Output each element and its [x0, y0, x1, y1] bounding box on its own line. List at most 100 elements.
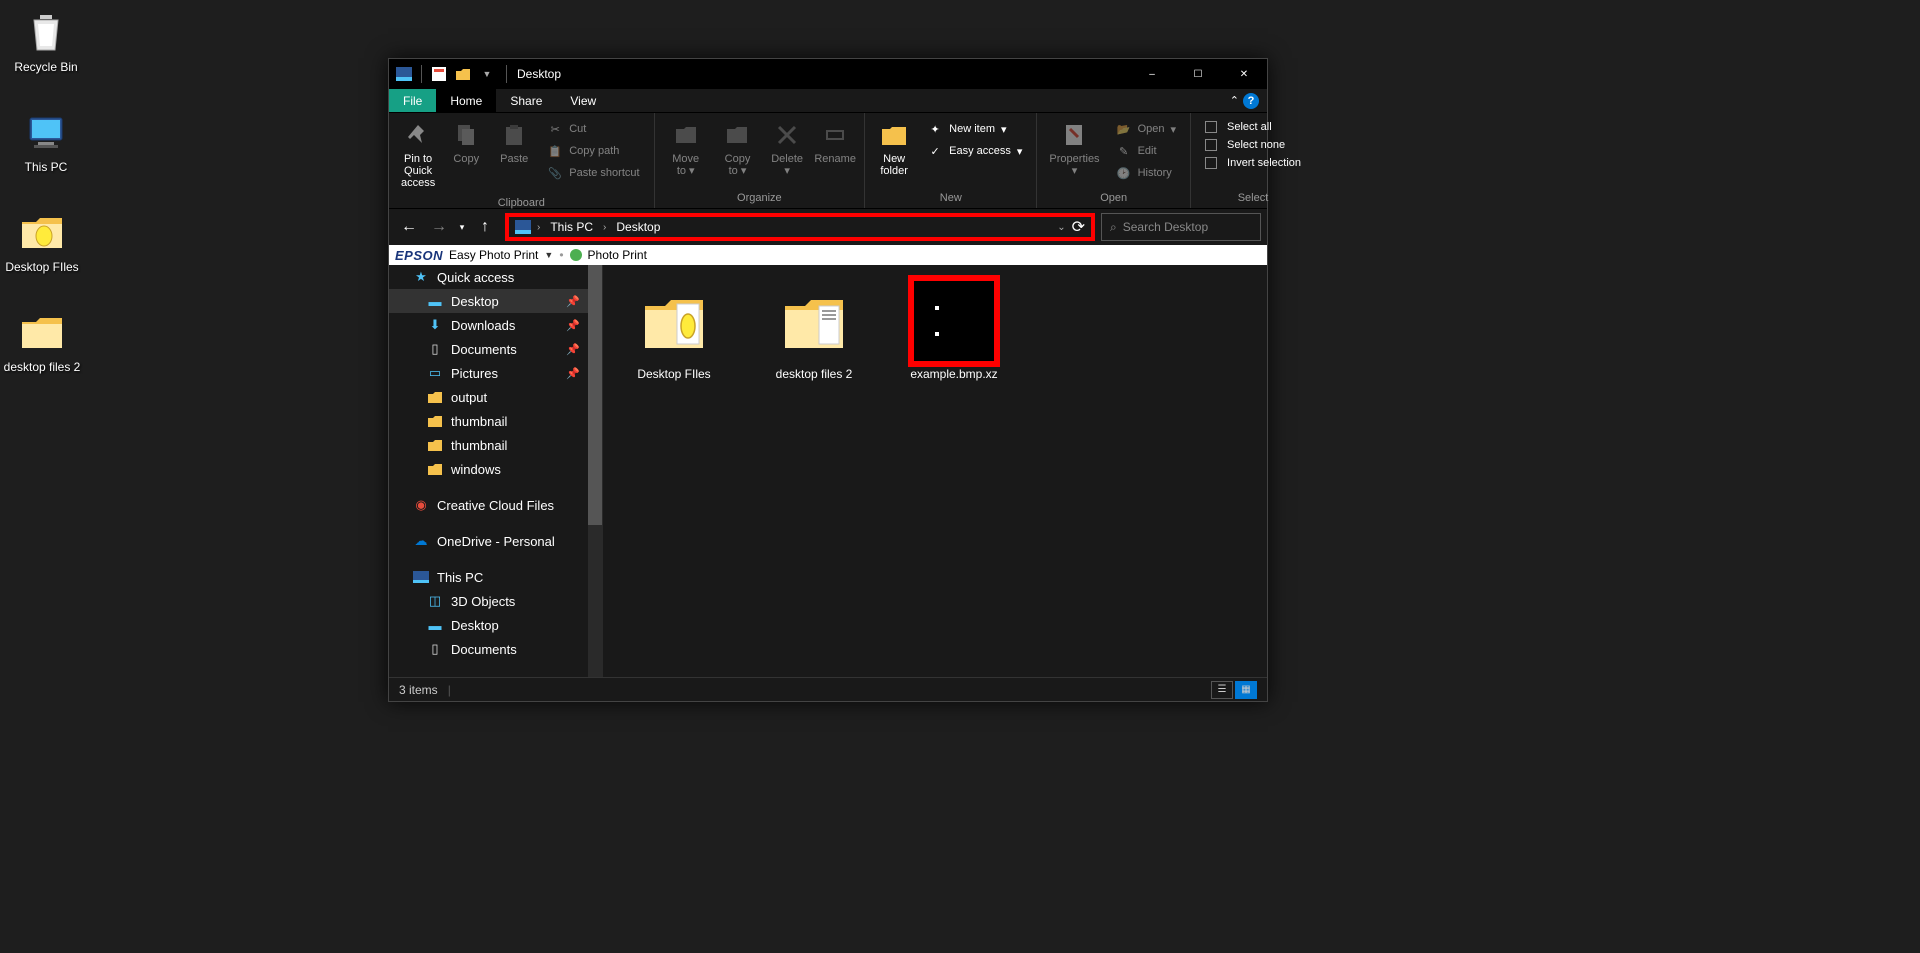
nav-quick-access[interactable]: ★Quick access: [389, 265, 602, 289]
epson-brand: EPSON: [395, 248, 443, 263]
desktop-icon-desktop-files-2[interactable]: desktop files 2: [2, 308, 82, 374]
svg-text:7z: 7z: [946, 314, 963, 331]
refresh-button[interactable]: ⟳: [1072, 217, 1085, 237]
nav-documents[interactable]: ▯Documents📌: [389, 337, 602, 361]
help-icon[interactable]: ?: [1243, 93, 1259, 109]
back-button[interactable]: ←: [395, 213, 423, 241]
maximize-button[interactable]: ☐: [1175, 59, 1221, 89]
file-item-desktop-files-2[interactable]: desktop files 2: [759, 281, 869, 381]
paste-shortcut-button[interactable]: 📎Paste shortcut: [543, 163, 643, 183]
details-view-button[interactable]: ☰: [1211, 681, 1233, 699]
edit-button[interactable]: ✎Edit: [1112, 141, 1180, 161]
close-button[interactable]: ✕: [1221, 59, 1267, 89]
desktop-icon: ▬: [427, 293, 443, 309]
paste-button[interactable]: Paste: [491, 117, 537, 167]
dropdown-icon[interactable]: ▼: [544, 250, 553, 260]
address-dropdown-icon[interactable]: ⌄: [1057, 222, 1065, 233]
desktop-icon-this-pc[interactable]: This PC: [8, 108, 84, 174]
app-icon[interactable]: [393, 63, 415, 85]
nav-desktop[interactable]: ▬Desktop📌: [389, 289, 602, 313]
minimize-button[interactable]: –: [1129, 59, 1175, 89]
copy-to-button[interactable]: Copy to ▾: [713, 117, 762, 179]
open-icon: 📂: [1116, 121, 1132, 137]
creative-cloud-icon: ◉: [413, 497, 429, 513]
status-bar: 3 items | ☰ ▦: [389, 677, 1267, 701]
nav-windows[interactable]: windows: [389, 457, 602, 481]
tab-view[interactable]: View: [556, 89, 610, 112]
easy-access-button[interactable]: ✓Easy access ▾: [923, 141, 1026, 161]
cut-icon: ✂: [547, 121, 563, 137]
nav-this-pc[interactable]: This PC: [389, 565, 602, 589]
nav-pictures[interactable]: ▭Pictures📌: [389, 361, 602, 385]
select-all-button[interactable]: Select all: [1201, 119, 1305, 135]
forward-button[interactable]: →: [425, 213, 453, 241]
ribbon-collapse-icon[interactable]: ⌃: [1230, 94, 1239, 107]
nav-thumbnail-1[interactable]: thumbnail: [389, 409, 602, 433]
properties-button[interactable]: Properties ▾: [1043, 117, 1105, 179]
search-input[interactable]: ⌕ Search Desktop: [1101, 213, 1261, 241]
cut-button[interactable]: ✂Cut: [543, 119, 643, 139]
chevron-right-icon[interactable]: ›: [603, 222, 606, 233]
nav-creative-cloud[interactable]: ◉Creative Cloud Files: [389, 493, 602, 517]
pictures-icon: ▭: [427, 365, 443, 381]
qat-properties-icon[interactable]: [428, 63, 450, 85]
file-item-desktop-files[interactable]: Desktop FIles: [619, 281, 729, 381]
recent-dropdown-icon[interactable]: ▾: [455, 213, 469, 241]
delete-icon: [771, 119, 803, 151]
content-pane[interactable]: Desktop FIles desktop files 2 7z example…: [603, 265, 1267, 677]
ribbon-group-new: New folder ✦New item ▾ ✓Easy access ▾ Ne…: [865, 113, 1037, 208]
chevron-right-icon[interactable]: ›: [537, 222, 540, 233]
invert-selection-button[interactable]: Invert selection: [1201, 155, 1305, 171]
new-item-button[interactable]: ✦New item ▾: [923, 119, 1026, 139]
delete-button[interactable]: Delete ▾: [764, 117, 810, 179]
rename-button[interactable]: Rename: [812, 117, 858, 167]
new-folder-button[interactable]: New folder: [871, 117, 917, 179]
icons-view-button[interactable]: ▦: [1235, 681, 1257, 699]
qat-dropdown-icon[interactable]: ▼: [476, 63, 498, 85]
desktop-icon-label: desktop files 2: [2, 360, 82, 374]
recycle-bin-icon: [22, 8, 70, 56]
tab-file[interactable]: File: [389, 89, 436, 112]
up-button[interactable]: ↑: [471, 213, 499, 241]
nav-onedrive[interactable]: ☁OneDrive - Personal: [389, 529, 602, 553]
desktop-icon-recycle-bin[interactable]: Recycle Bin: [8, 8, 84, 74]
qat-newfolder-icon[interactable]: [452, 63, 474, 85]
ribbon-group-open: Properties ▾ 📂Open ▾ ✎Edit 🕑History Open: [1037, 113, 1191, 208]
nav-desktop-2[interactable]: ▬Desktop: [389, 613, 602, 637]
move-to-button[interactable]: Move to ▾: [661, 117, 711, 179]
group-caption: New: [865, 190, 1036, 208]
new-folder-icon: [878, 119, 910, 151]
desktop-icon-label: This PC: [8, 160, 84, 174]
pin-quick-access-button[interactable]: Pin to Quick access: [395, 117, 441, 191]
tab-home[interactable]: Home: [436, 89, 496, 112]
paste-shortcut-icon: 📎: [547, 165, 563, 181]
desktop-icon-desktop-files[interactable]: Desktop FIles: [2, 208, 82, 274]
nav-thumbnail-2[interactable]: thumbnail: [389, 433, 602, 457]
copy-path-button[interactable]: 📋Copy path: [543, 141, 643, 161]
onedrive-icon: ☁: [413, 533, 429, 549]
nav-documents-2[interactable]: ▯Documents: [389, 637, 602, 661]
nav-scrollbar[interactable]: [588, 265, 602, 677]
copy-button[interactable]: Copy: [443, 117, 489, 167]
view-switcher: ☰ ▦: [1211, 681, 1257, 699]
nav-output[interactable]: output: [389, 385, 602, 409]
select-none-button[interactable]: Select none: [1201, 137, 1305, 153]
copy-path-icon: 📋: [547, 143, 563, 159]
nav-3d-objects[interactable]: ◫3D Objects: [389, 589, 602, 613]
ribbon-right-controls: ⌃ ?: [1230, 89, 1267, 112]
breadcrumb-desktop[interactable]: Desktop: [612, 220, 664, 234]
tab-share[interactable]: Share: [496, 89, 556, 112]
address-bar[interactable]: › This PC › Desktop ⌄ ⟳: [505, 213, 1095, 241]
history-button[interactable]: 🕑History: [1112, 163, 1180, 183]
breadcrumb-this-pc[interactable]: This PC: [546, 220, 597, 234]
ribbon: Pin to Quick access Copy Paste ✂Cut 📋Cop…: [389, 113, 1267, 209]
nav-downloads[interactable]: ⬇Downloads📌: [389, 313, 602, 337]
epson-photo-print[interactable]: Photo Print: [588, 248, 647, 262]
ribbon-group-clipboard: Pin to Quick access Copy Paste ✂Cut 📋Cop…: [389, 113, 655, 208]
ribbon-group-select: Select all Select none Invert selection …: [1191, 113, 1315, 208]
epson-easy-print[interactable]: Easy Photo Print: [449, 248, 538, 262]
open-button[interactable]: 📂Open ▾: [1112, 119, 1180, 139]
pin-icon: [402, 119, 434, 151]
scrollbar-thumb[interactable]: [588, 265, 602, 525]
file-item-example-bmp-xz[interactable]: 7z example.bmp.xz: [899, 281, 1009, 381]
